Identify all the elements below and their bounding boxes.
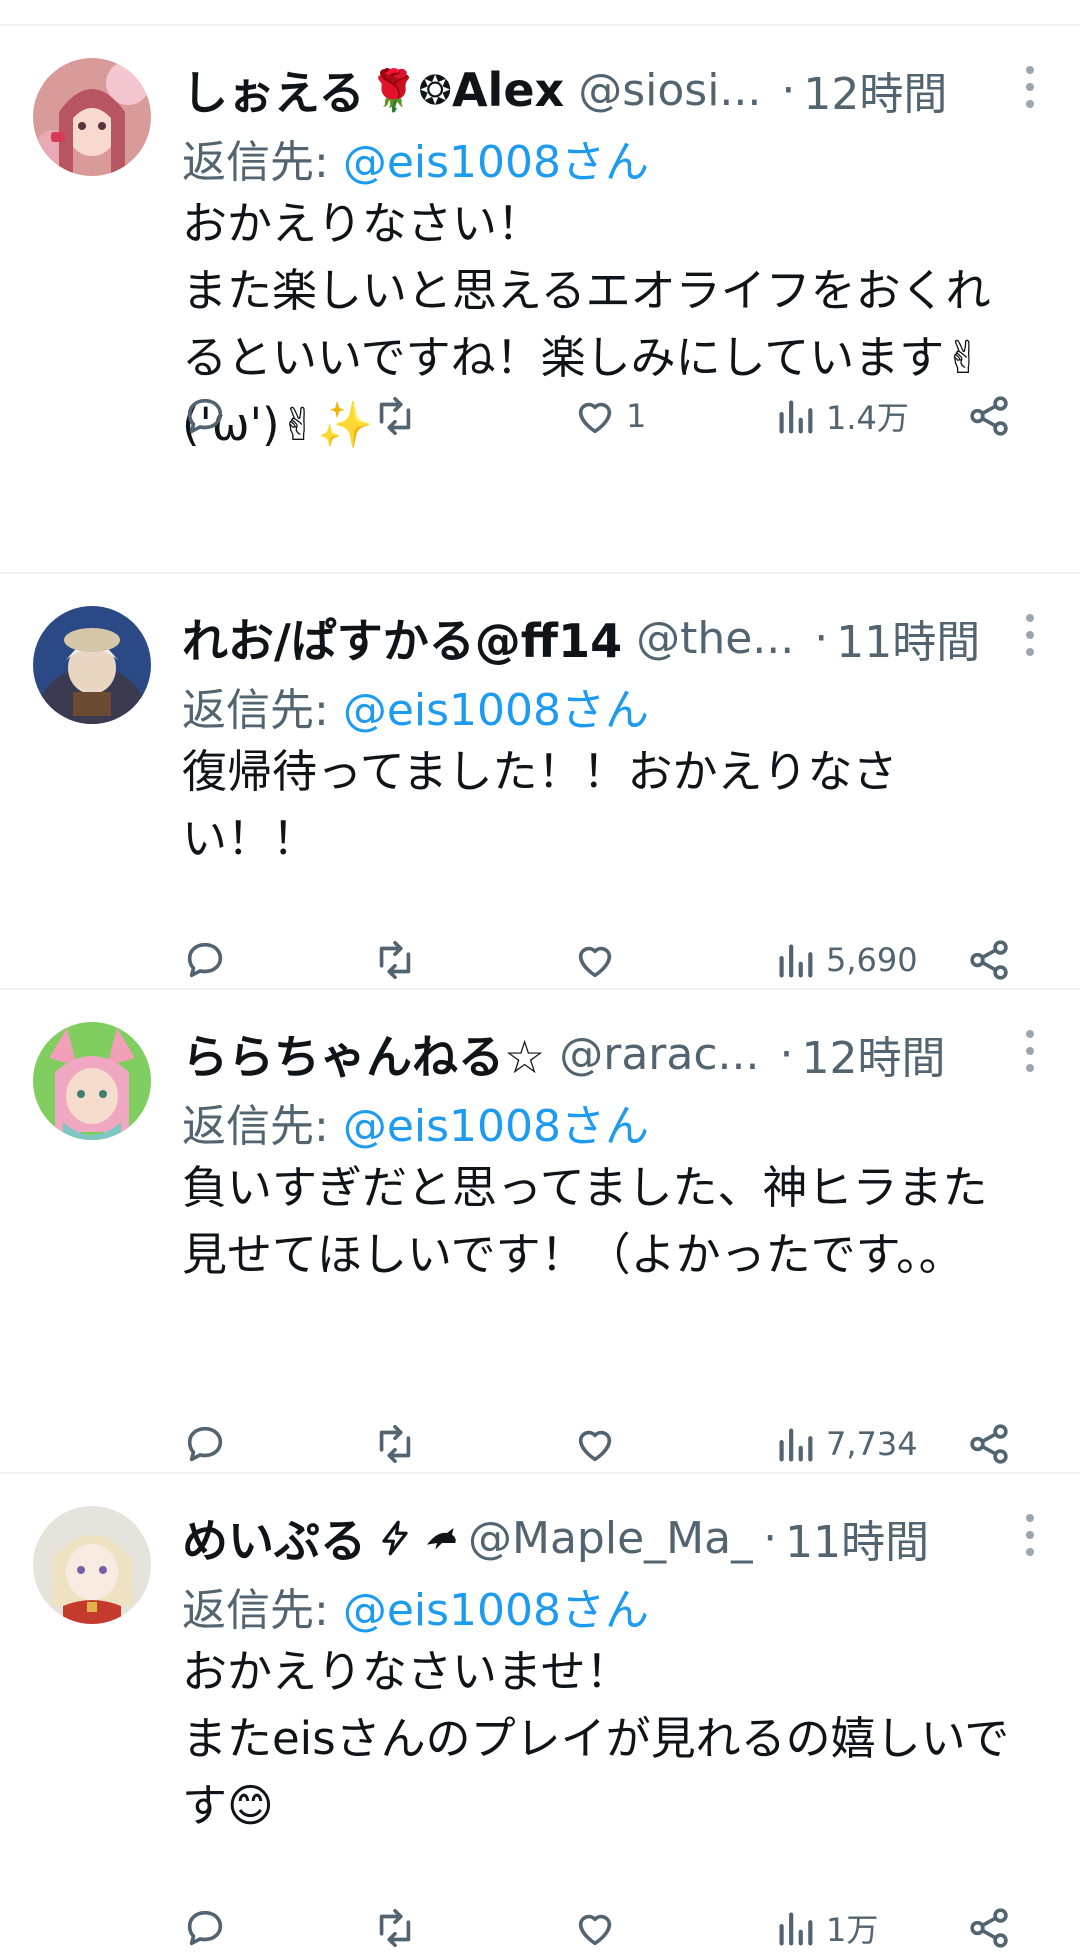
name-badges: 🌹❂ — [368, 67, 452, 114]
more-icon[interactable] — [1022, 610, 1038, 660]
user-handle[interactable]: @siosi... — [578, 65, 761, 116]
timestamp[interactable]: 12時間 — [803, 58, 947, 122]
reply-icon — [187, 1910, 223, 1946]
retweet-icon — [379, 396, 411, 436]
timestamp[interactable]: 11時間 — [785, 1506, 929, 1570]
reply-icon — [187, 1426, 223, 1462]
reply-to-line: 返信先: @eis1008さん — [182, 126, 649, 190]
display-name[interactable]: れお/ぱすかる@ff14 — [182, 605, 622, 671]
avatar[interactable] — [33, 1022, 151, 1140]
more-icon[interactable] — [1022, 1026, 1038, 1076]
display-name[interactable]: ららちゃんねる☆ — [182, 1021, 545, 1087]
user-handle[interactable]: @rarac... — [559, 1029, 759, 1080]
separator-dot: · — [781, 64, 796, 116]
views-button[interactable]: 1.4万 — [772, 386, 909, 446]
tweet-text: おかえりなさいませ！ またeisさんのプレイが見れるの嬉しいです😊 — [182, 1645, 1010, 1832]
action-bar: 7,734 — [182, 1414, 1022, 1474]
like-icon — [578, 1430, 612, 1462]
reply-to-line: 返信先: @eis1008さん — [182, 1090, 649, 1154]
views-count: 1万 — [826, 1911, 879, 1949]
reply-icon — [187, 398, 223, 434]
separator-dot: · — [814, 612, 829, 664]
avatar[interactable] — [33, 1506, 151, 1624]
reply-button[interactable] — [182, 1898, 228, 1958]
retweet-icon — [379, 1424, 411, 1464]
tweet-text: 復帰待ってました！！おかえりなさい！！ — [182, 745, 898, 865]
tweet-text: 負いすぎだと思ってました、神ヒラまた見せてほしいです！（よかったです。。 — [182, 1161, 988, 1281]
like-count: 1 — [626, 397, 647, 435]
retweet-button[interactable] — [372, 1414, 418, 1474]
like-button[interactable] — [572, 930, 618, 990]
share-icon — [970, 940, 1008, 980]
views-count: 1.4万 — [826, 399, 909, 437]
timestamp[interactable]: 11時間 — [836, 606, 980, 670]
avatar[interactable] — [33, 606, 151, 724]
reply-icon — [187, 942, 223, 978]
views-button[interactable]: 5,690 — [772, 930, 918, 990]
share-button[interactable] — [966, 1898, 1012, 1958]
share-icon — [970, 1908, 1008, 1948]
retweet-icon — [379, 940, 411, 980]
views-icon — [779, 400, 813, 434]
reply-label: 返信先: — [182, 685, 343, 736]
reply-button[interactable] — [182, 386, 228, 446]
like-icon — [578, 946, 612, 978]
bird-icon — [422, 1518, 462, 1558]
share-button[interactable] — [966, 386, 1012, 446]
views-icon — [779, 944, 813, 978]
share-button[interactable] — [966, 1414, 1012, 1474]
more-icon[interactable] — [1022, 1510, 1038, 1560]
reply-label: 返信先: — [182, 1585, 343, 1636]
share-icon — [970, 396, 1008, 436]
reply-mention[interactable]: @eis1008さん — [343, 685, 649, 736]
avatar[interactable] — [33, 58, 151, 176]
reply-to-line: 返信先: @eis1008さん — [182, 1574, 649, 1638]
views-button[interactable]: 7,734 — [772, 1414, 918, 1474]
action-bar: 1万 — [182, 1898, 1022, 1958]
retweet-button[interactable] — [372, 386, 418, 446]
reply-tweet[interactable]: れお/ぱすかる@ff14 @the... · 11時間 返信先: @eis100… — [0, 574, 1080, 990]
reply-mention[interactable]: @eis1008さん — [343, 1101, 649, 1152]
reply-mention[interactable]: @eis1008さん — [343, 137, 649, 188]
reply-tweet[interactable]: しぉえる 🌹❂ Alex @siosi... · 12時間 返信先: @eis1… — [0, 26, 1080, 574]
like-button[interactable]: 1 — [572, 386, 646, 446]
bolt-icon — [376, 1519, 414, 1557]
user-handle[interactable]: @Maple_Ma_ — [468, 1513, 753, 1564]
views-count: 5,690 — [826, 941, 918, 979]
views-count: 7,734 — [826, 1425, 918, 1463]
display-name-suffix[interactable]: Alex — [452, 63, 564, 117]
share-icon — [970, 1424, 1008, 1464]
reply-button[interactable] — [182, 930, 228, 990]
display-name[interactable]: しぉえる — [182, 57, 365, 123]
views-button[interactable]: 1万 — [772, 1898, 878, 1958]
like-icon — [578, 1914, 612, 1946]
separator-dot: · — [763, 1512, 778, 1564]
reply-tweet[interactable]: めいぷる @Maple_Ma_ · 11時間 返信先: @eis1008さん お… — [0, 1474, 1080, 1950]
retweet-icon — [379, 1908, 411, 1948]
retweet-button[interactable] — [372, 1898, 418, 1958]
reply-mention[interactable]: @eis1008さん — [343, 1585, 649, 1636]
action-bar: 1 1.4万 — [182, 386, 1022, 446]
retweet-button[interactable] — [372, 930, 418, 990]
like-button[interactable] — [572, 1414, 618, 1474]
like-button[interactable] — [572, 1898, 618, 1958]
reply-tweet[interactable]: ららちゃんねる☆ @rarac... · 12時間 返信先: @eis1008さ… — [0, 990, 1080, 1474]
reply-label: 返信先: — [182, 1101, 343, 1152]
reply-button[interactable] — [182, 1414, 228, 1474]
timestamp[interactable]: 12時間 — [802, 1022, 946, 1086]
views-icon — [779, 1428, 813, 1462]
user-handle[interactable]: @the... — [636, 613, 794, 664]
display-name[interactable]: めいぷる — [182, 1505, 366, 1571]
reply-to-line: 返信先: @eis1008さん — [182, 674, 649, 738]
share-button[interactable] — [966, 930, 1012, 990]
action-bar: 5,690 — [182, 930, 1022, 990]
like-icon — [578, 402, 612, 434]
separator-dot: · — [779, 1028, 794, 1080]
views-icon — [779, 1912, 813, 1946]
reply-label: 返信先: — [182, 137, 343, 188]
more-icon[interactable] — [1022, 62, 1038, 112]
